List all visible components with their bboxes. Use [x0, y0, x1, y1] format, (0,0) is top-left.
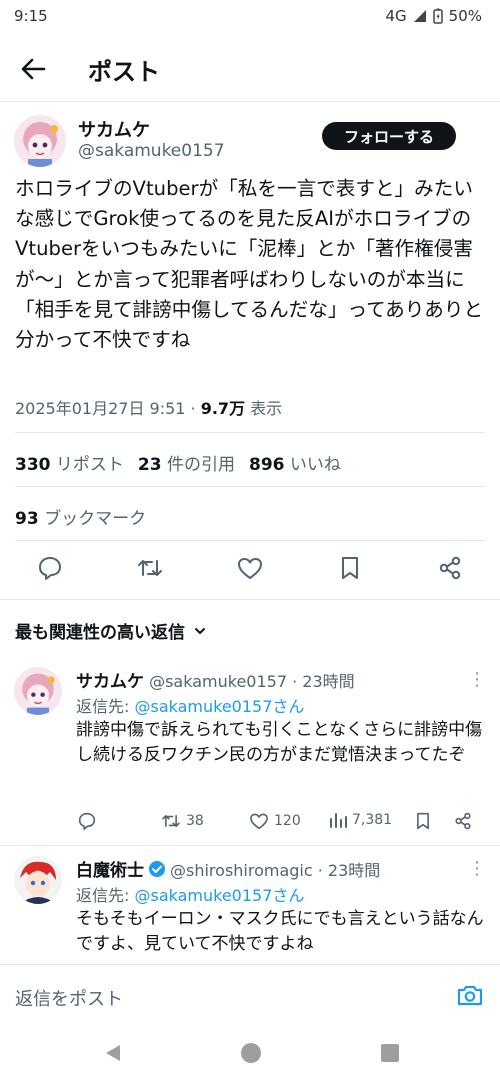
bookmark-icon: [417, 812, 429, 830]
sort-label: 最も関連性の高い返信: [15, 623, 185, 643]
page-title: ポスト: [88, 58, 160, 86]
reply-views-count: 7,381: [352, 812, 393, 828]
status-icons: 4G 50%: [385, 7, 482, 25]
reply-sort-dropdown[interactable]: 最も関連性の高い返信: [15, 618, 207, 643]
reply-to-prefix: 返信先:: [76, 697, 135, 716]
repost-icon: [138, 560, 162, 576]
reply-to-prefix: 返信先:: [76, 886, 135, 905]
nav-recents-icon[interactable]: [380, 1043, 400, 1063]
signal-icon: [413, 10, 426, 22]
reply-meta: @shiroshiromagic · 23時間: [170, 860, 381, 880]
reply-compose-bar[interactable]: 返信をポスト: [0, 964, 500, 1020]
follow-button[interactable]: フォローする: [322, 122, 456, 150]
views-count[interactable]: 9.7万: [201, 399, 245, 418]
bookmark-button[interactable]: [335, 553, 365, 583]
reply-author-name[interactable]: 白魔術士: [76, 856, 144, 881]
like-button[interactable]: [235, 553, 265, 583]
reply-header: サカムケ @sakamuke0157 · 23時間: [76, 667, 355, 692]
reply-to-line: 返信先: @sakamuke0157さん: [76, 882, 304, 906]
system-nav-bar: [0, 1020, 500, 1083]
author-avatar[interactable]: [14, 115, 66, 167]
reply-author-name[interactable]: サカムケ: [76, 672, 144, 692]
reposts-stat[interactable]: 330 リポスト: [15, 450, 124, 475]
reply-reply-button[interactable]: [76, 810, 98, 832]
quotes-count: 23: [137, 455, 162, 475]
divider: [0, 599, 500, 600]
author-handle[interactable]: @sakamuke0157: [78, 141, 225, 161]
nav-home-icon[interactable]: [240, 1042, 262, 1064]
repost-button[interactable]: [135, 553, 165, 583]
reply-actions: 38 120 7,381: [76, 810, 486, 834]
reply-item[interactable]: サカムケ @sakamuke0157 · 23時間 ⋮ 返信先: @sakamu…: [0, 655, 500, 843]
bookmark-icon: [342, 557, 358, 579]
reply-like-count: 120: [274, 813, 301, 829]
avatar-image: [14, 856, 62, 904]
reply-repost-button[interactable]: 38: [160, 810, 204, 832]
analytics-icon: [330, 813, 347, 828]
chevron-down-icon: [195, 627, 205, 634]
reply-icon: [39, 557, 61, 580]
post-timestamp: 2025年01月27日 9:51 · 9.7万 表示: [15, 395, 282, 419]
arrow-left-icon: [21, 58, 46, 80]
reply-share-button[interactable]: [452, 810, 474, 832]
more-options-icon[interactable]: ⋮: [468, 669, 486, 690]
likes-count: 896: [248, 455, 285, 475]
camera-button[interactable]: [456, 983, 484, 1007]
reply-to-line: 返信先: @sakamuke0157さん: [76, 693, 304, 717]
top-app-bar: ポスト: [0, 34, 500, 102]
quotes-label: 件の引用: [166, 455, 235, 475]
network-type: 4G: [385, 7, 407, 25]
reply-text: そもそもイーロン・マスク氏にでも言えという話なんですよ、見ていて不快ですよね: [76, 909, 484, 954]
heart-icon: [238, 558, 262, 579]
reply-avatar[interactable]: [14, 856, 62, 904]
views-label: 表示: [245, 399, 283, 418]
engagement-stats: 330 リポスト 23 件の引用 896 いいね: [15, 450, 341, 475]
reply-bookmark-button[interactable]: [412, 810, 434, 832]
post-text: ホロライブのVtuberが「私を一言で表すと」みたいな感じでGrok使ってるのを…: [15, 177, 484, 352]
reply-item[interactable]: 白魔術士 @shiroshiromagic · 23時間 ⋮ 返信先: @sak…: [0, 846, 500, 964]
divider: [15, 486, 485, 487]
reposts-label: リポスト: [55, 455, 124, 475]
reply-repost-count: 38: [186, 813, 204, 829]
post-actions: [0, 553, 500, 589]
likes-stat[interactable]: 896 いいね: [249, 450, 341, 475]
share-icon: [455, 812, 471, 830]
author-name[interactable]: サカムケ: [78, 116, 150, 142]
bookmarks-stat[interactable]: 93 ブックマーク: [15, 504, 146, 529]
reply-like-button[interactable]: 120: [248, 810, 301, 832]
reply-avatar[interactable]: [14, 667, 62, 715]
back-button[interactable]: [16, 52, 50, 86]
divider: [15, 540, 485, 541]
reply-header: 白魔術士 @shiroshiromagic · 23時間: [76, 856, 380, 881]
bookmarks-count: 93: [15, 509, 39, 529]
reply-icon: [78, 812, 96, 830]
share-icon: [439, 556, 461, 580]
status-bar: 9:15 4G 50%: [0, 0, 500, 34]
bookmarks-label: ブックマーク: [44, 509, 147, 529]
share-button[interactable]: [435, 553, 465, 583]
battery-level: 50%: [448, 7, 482, 25]
avatar-image: [14, 667, 62, 715]
divider: [15, 432, 485, 433]
timestamp-text: 2025年01月27日 9:51 ·: [15, 399, 201, 418]
verified-badge-icon: [149, 860, 165, 877]
repost-icon: [162, 815, 180, 827]
more-options-icon[interactable]: ⋮: [468, 858, 486, 879]
camera-icon: [457, 985, 483, 1006]
reply-to-mention[interactable]: @sakamuke0157さん: [134, 697, 304, 716]
avatar-image: [14, 115, 66, 167]
heart-icon: [250, 813, 268, 830]
reply-to-mention[interactable]: @sakamuke0157さん: [134, 886, 304, 905]
quotes-stat[interactable]: 23 件の引用: [138, 450, 235, 475]
nav-back-icon[interactable]: [102, 1042, 124, 1064]
status-time: 9:15: [14, 7, 48, 25]
reply-views-button[interactable]: 7,381: [328, 810, 392, 830]
reply-button[interactable]: [35, 553, 65, 583]
reply-text: 誹謗中傷で訴えられても引くことなくさらに誹謗中傷し続ける反ワクチン民の方がまだ覚…: [76, 720, 483, 765]
battery-icon: [432, 8, 443, 24]
reposts-count: 330: [15, 455, 51, 475]
compose-placeholder[interactable]: 返信をポスト: [15, 985, 123, 1011]
reply-meta: @sakamuke0157 · 23時間: [149, 672, 355, 691]
likes-label: いいね: [289, 455, 341, 475]
